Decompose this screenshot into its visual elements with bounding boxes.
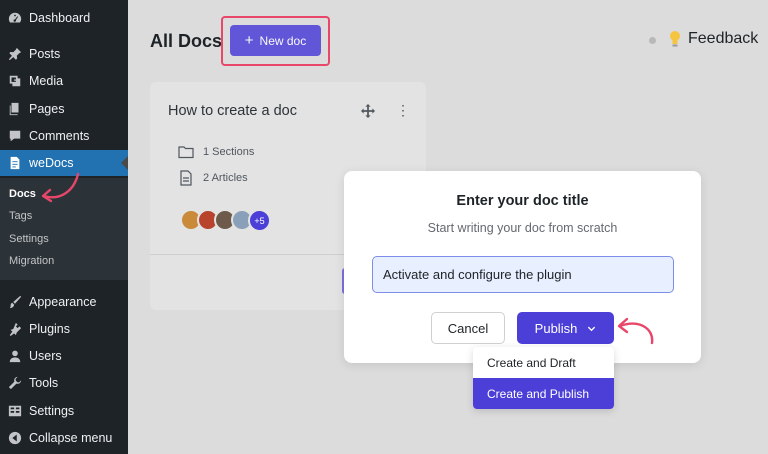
settings-icon [8,404,22,418]
sidebar-item-label: weDocs [29,156,74,170]
pin-icon [8,47,22,61]
annotation-arrow-icon [41,172,80,203]
sidebar-item-label: Settings [29,404,75,418]
sidebar-item-tools[interactable]: Tools [0,370,128,396]
dashboard-icon [8,11,22,25]
modal-title: Enter your doc title [456,193,589,209]
move-icon[interactable] [361,104,375,118]
sections-label: 1 Sections [203,146,255,158]
submenu-item-docs[interactable]: Docs [9,188,36,200]
article-icon [180,170,192,186]
sidebar-item-label: Dashboard [29,11,91,25]
sidebar-item-label: Posts [29,47,61,61]
plugin-icon [8,322,22,336]
new-doc-label: New doc [259,33,307,48]
sidebar-item-label: Appearance [29,295,97,309]
contributor-avatars: +5 [180,209,271,232]
comment-icon [8,129,22,143]
sidebar-item-settings[interactable]: Settings [0,398,128,424]
sidebar-item-label: Media [29,74,64,88]
user-icon [8,349,22,363]
sidebar-item-users[interactable]: Users [0,343,128,369]
sidebar-item-label: Users [29,349,62,363]
sidebar-item-collapse[interactable]: Collapse menu [0,425,128,451]
document-icon [8,156,22,170]
sidebar-item-dashboard[interactable]: Dashboard [0,5,128,31]
feedback-label: Feedback [688,30,759,47]
sidebar-item-label: Plugins [29,322,70,336]
dropdown-item-create-publish[interactable]: Create and Publish [473,378,614,409]
submenu-item-migration[interactable]: Migration [9,255,54,267]
status-dot [649,37,656,44]
lightbulb-icon [670,31,680,47]
sidebar-item-label: Comments [29,129,90,143]
publish-button[interactable]: Publish [517,312,614,344]
sidebar-item-label: Pages [29,102,65,116]
sidebar-item-label: Tools [29,376,59,390]
plus-icon: + [244,32,254,49]
sidebar-item-comments[interactable]: Comments [0,123,128,149]
page-title: All Docs [150,31,223,51]
brush-icon [8,295,22,309]
dropdown-item-create-draft[interactable]: Create and Draft [473,347,614,378]
more-contributors-badge: +5 [248,209,271,232]
new-doc-button[interactable]: + New doc [230,25,321,56]
sections-count: 1 Sections [178,144,254,160]
sidebar-item-posts[interactable]: Posts [0,41,128,67]
cancel-button[interactable]: Cancel [431,312,505,344]
annotation-arrow-icon [617,317,654,345]
doc-title-input[interactable] [372,256,674,293]
publish-label: Publish [534,320,578,336]
submenu-item-settings[interactable]: Settings [9,233,49,245]
articles-count: 2 Articles [178,170,248,186]
sidebar-item-appearance[interactable]: Appearance [0,289,128,315]
chevron-down-icon [588,326,596,331]
media-icon [8,74,22,88]
articles-label: 2 Articles [203,172,248,184]
doc-card-title[interactable]: How to create a doc [168,103,297,119]
collapse-icon [8,431,22,445]
sidebar-item-plugins[interactable]: Plugins [0,316,128,342]
wrench-icon [8,376,22,390]
sidebar-item-label: Collapse menu [29,431,113,445]
sidebar-item-pages[interactable]: Pages [0,96,128,122]
publish-dropdown: Create and Draft Create and Publish [473,347,614,409]
modal-subtitle: Start writing your doc from scratch [427,221,618,235]
submenu-item-tags[interactable]: Tags [9,210,32,222]
folder-icon [178,146,194,159]
more-options-icon[interactable]: ⋮ [396,103,410,117]
pages-icon [8,102,22,116]
sidebar-item-media[interactable]: Media [0,68,128,94]
feedback-link[interactable]: Feedback [668,30,758,48]
admin-sidebar: Dashboard Posts Media Pages Comments weD… [0,0,128,454]
